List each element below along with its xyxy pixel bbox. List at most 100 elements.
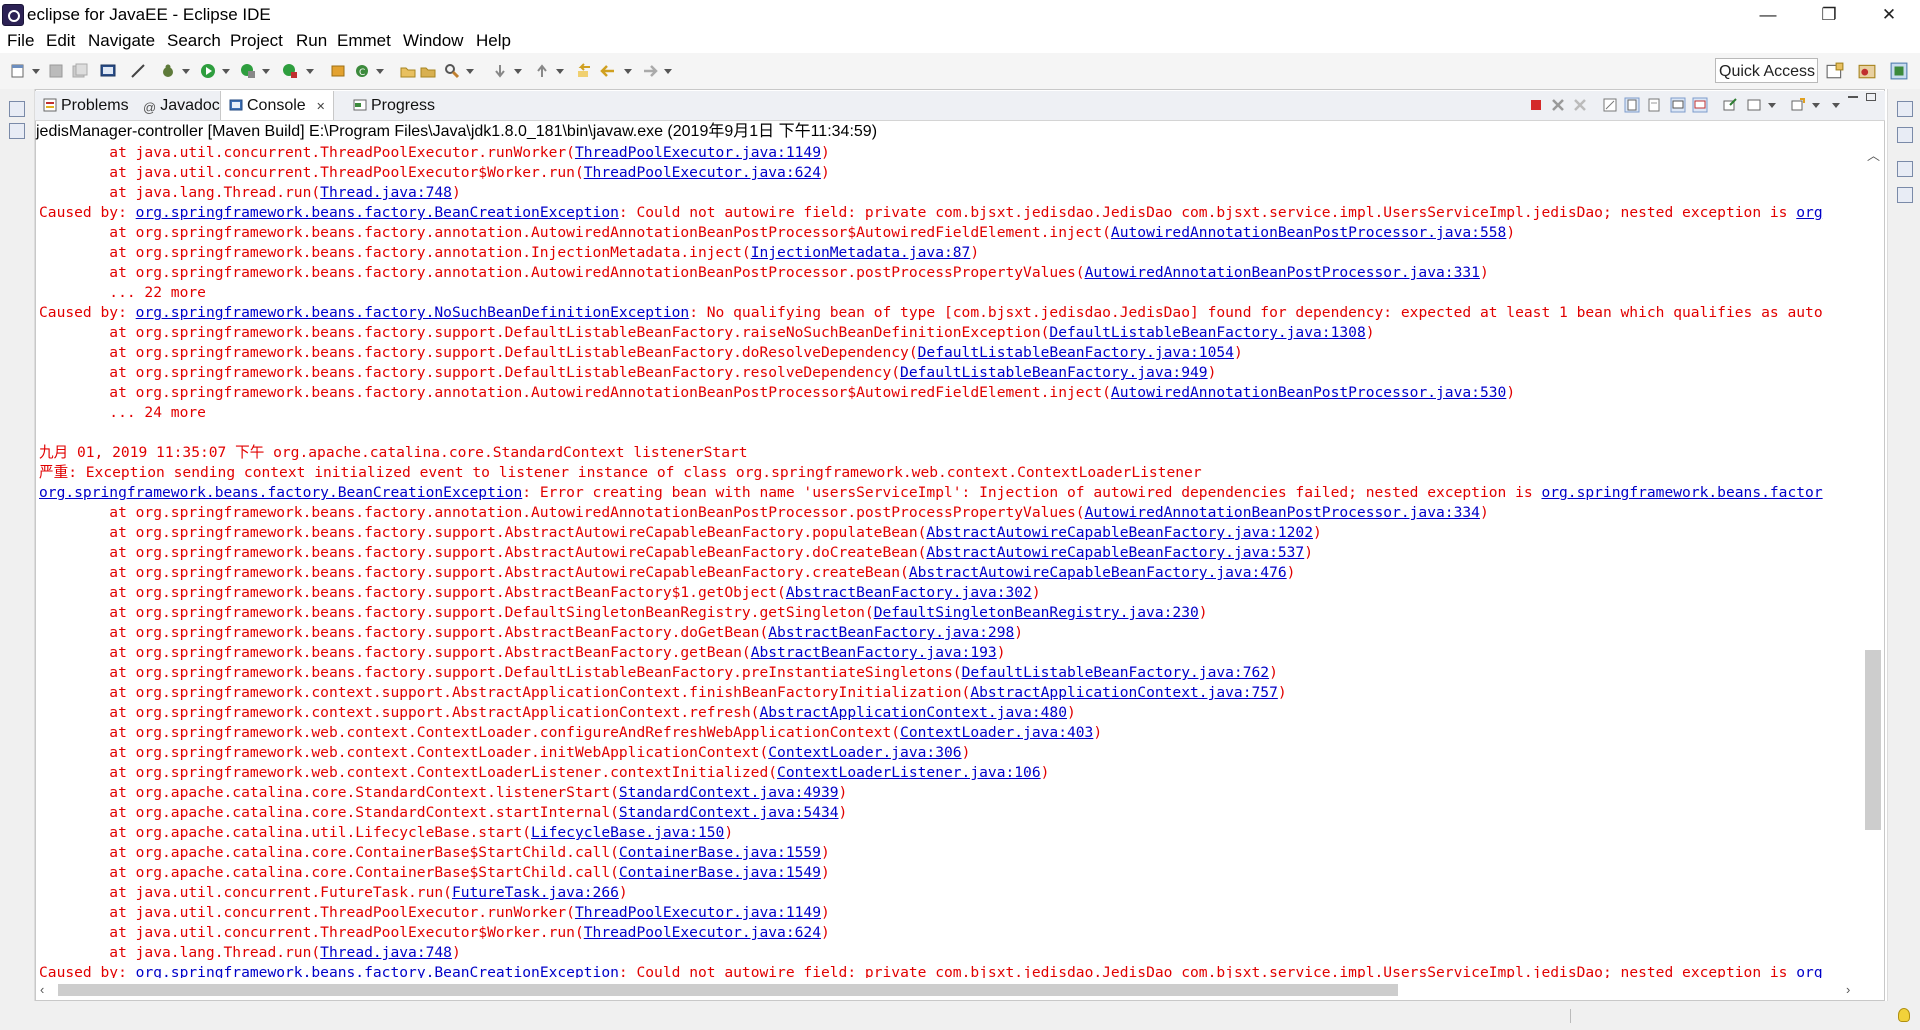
remove-launch-icon[interactable] <box>1550 97 1566 113</box>
vertical-scrollbar[interactable] <box>1862 143 1884 978</box>
new-package-icon[interactable] <box>330 63 346 79</box>
source-link[interactable]: org.springframework.beans.factory.BeanCr… <box>136 204 619 221</box>
package-explorer-icon[interactable] <box>9 123 25 139</box>
debug-dropdown-icon[interactable] <box>182 69 190 74</box>
forward-icon[interactable] <box>642 63 658 79</box>
debug-icon[interactable] <box>160 63 176 79</box>
forward-dropdown-icon[interactable] <box>664 69 672 74</box>
source-link[interactable]: AbstractAutowireCapableBeanFactory.java:… <box>909 564 1287 581</box>
word-wrap-icon[interactable] <box>1646 97 1662 113</box>
source-link[interactable]: LifecycleBase.java:150 <box>531 824 724 841</box>
source-link[interactable]: DefaultListableBeanFactory.java:1308 <box>1049 324 1365 341</box>
source-link[interactable]: ContextLoaderListener.java:106 <box>777 764 1041 781</box>
outline-view-icon[interactable] <box>1897 127 1913 143</box>
source-link[interactable]: AutowiredAnnotationBeanPostProcessor.jav… <box>1111 384 1506 401</box>
skip-breakpoints-icon[interactable] <box>130 63 146 79</box>
source-link[interactable]: org.springframework.beans.factory.BeanCr… <box>136 964 619 978</box>
menu-edit[interactable]: Edit <box>46 31 75 51</box>
open-task-icon[interactable] <box>420 63 436 79</box>
pin-console-icon[interactable] <box>1722 97 1738 113</box>
show-on-stdout-icon[interactable] <box>1670 97 1686 113</box>
source-link[interactable]: ContainerBase.java:1549 <box>619 864 821 881</box>
back-dropdown-icon[interactable] <box>624 69 632 74</box>
java-perspective-icon[interactable] <box>1890 62 1908 80</box>
source-link[interactable]: AutowiredAnnotationBeanPostProcessor.jav… <box>1111 224 1506 241</box>
open-type-icon[interactable] <box>400 63 416 79</box>
source-link[interactable]: AbstractApplicationContext.java:757 <box>970 684 1278 701</box>
minimize-view-icon[interactable] <box>1848 96 1858 98</box>
source-link[interactable]: DefaultListableBeanFactory.java:949 <box>900 364 1208 381</box>
display-console-dropdown-icon[interactable] <box>1768 103 1776 108</box>
source-link[interactable]: AbstractBeanFactory.java:193 <box>751 644 997 661</box>
tab-progress[interactable]: Progress <box>347 91 441 120</box>
display-selected-console-icon[interactable] <box>1746 97 1762 113</box>
source-link[interactable]: AutowiredAnnotationBeanPostProcessor.jav… <box>1085 504 1480 521</box>
source-link[interactable]: org.springframework.beans.factory.BeanCr… <box>39 484 522 501</box>
restore-outline-icon[interactable] <box>1897 101 1913 117</box>
source-link[interactable]: AbstractAutowireCapableBeanFactory.java:… <box>926 524 1313 541</box>
source-link[interactable]: AbstractBeanFactory.java:298 <box>768 624 1014 641</box>
restore-button[interactable]: ❐ <box>1806 0 1852 29</box>
scroll-right-icon[interactable]: › <box>1846 982 1850 997</box>
horizontal-scroll-thumb[interactable] <box>58 984 1398 996</box>
run-dropdown-icon[interactable] <box>222 69 230 74</box>
next-annotation-icon[interactable] <box>492 63 508 79</box>
run-icon[interactable] <box>200 63 216 79</box>
console-output[interactable]: at java.util.concurrent.ThreadPoolExecut… <box>36 143 1862 978</box>
open-perspective-icon[interactable] <box>1826 62 1844 80</box>
restore-view-icon[interactable] <box>9 101 25 117</box>
new-class-dropdown-icon[interactable] <box>376 69 384 74</box>
show-on-stderr-icon[interactable] <box>1692 97 1708 113</box>
source-link[interactable]: org.springframework.beans.factor <box>1541 484 1822 501</box>
save-icon[interactable] <box>48 63 64 79</box>
search-dropdown-icon[interactable] <box>466 69 474 74</box>
menu-emmet[interactable]: Emmet <box>337 31 391 51</box>
next-annotation-dropdown-icon[interactable] <box>514 69 522 74</box>
close-console-tab-icon[interactable]: ✕ <box>316 101 325 113</box>
source-link[interactable]: AbstractAutowireCapableBeanFactory.java:… <box>926 544 1304 561</box>
source-link[interactable]: Thread.java:748 <box>320 944 452 961</box>
source-link[interactable]: DefaultSingletonBeanRegistry.java:230 <box>874 604 1199 621</box>
source-link[interactable]: ThreadPoolExecutor.java:624 <box>584 924 821 941</box>
external-tools-icon[interactable] <box>282 63 298 79</box>
menu-project[interactable]: Project <box>230 31 283 51</box>
source-link[interactable]: Thread.java:748 <box>320 184 452 201</box>
menu-help[interactable]: Help <box>476 31 511 51</box>
source-link[interactable]: ThreadPoolExecutor.java:1149 <box>575 144 821 161</box>
source-link[interactable]: AbstractBeanFactory.java:302 <box>786 584 1032 601</box>
source-link[interactable]: StandardContext.java:5434 <box>619 804 839 821</box>
scroll-left-icon[interactable]: ‹ <box>40 982 44 997</box>
quick-access-field[interactable]: Quick Access <box>1715 58 1818 83</box>
menu-navigate[interactable]: Navigate <box>88 31 155 51</box>
menu-run[interactable]: Run <box>296 31 327 51</box>
scroll-lock-icon[interactable] <box>1624 97 1640 113</box>
search-icon[interactable] <box>444 63 460 79</box>
source-link[interactable]: ContextLoader.java:306 <box>768 744 961 761</box>
source-link[interactable]: org.springframework.beans.factory.NoSuch… <box>136 304 690 321</box>
new-file-icon[interactable] <box>10 63 26 79</box>
back-icon[interactable] <box>600 63 616 79</box>
tab-problems[interactable]: Problems <box>37 91 135 120</box>
source-link[interactable]: ThreadPoolExecutor.java:624 <box>584 164 821 181</box>
remove-all-terminated-icon[interactable] <box>1572 97 1588 113</box>
mylyn-icon[interactable] <box>1897 187 1913 203</box>
source-link[interactable]: AbstractApplicationContext.java:480 <box>759 704 1067 721</box>
open-console-icon[interactable] <box>1790 97 1806 113</box>
tab-console[interactable]: Console ✕ <box>220 91 335 120</box>
open-console-dropdown-icon[interactable] <box>1812 103 1820 108</box>
terminate-icon[interactable] <box>1528 97 1544 113</box>
minimize-button[interactable]: — <box>1745 0 1791 29</box>
save-all-icon[interactable] <box>72 63 88 79</box>
source-link[interactable]: org <box>1796 964 1822 978</box>
javaee-perspective-icon[interactable] <box>1858 62 1876 80</box>
prev-annotation-dropdown-icon[interactable] <box>556 69 564 74</box>
coverage-dropdown-icon[interactable] <box>262 69 270 74</box>
terminal-icon[interactable] <box>100 63 116 79</box>
task-list-icon[interactable] <box>1897 161 1913 177</box>
coverage-icon[interactable] <box>240 63 256 79</box>
maximize-view-icon[interactable] <box>1866 93 1876 101</box>
source-link[interactable]: org <box>1796 204 1822 221</box>
vertical-scroll-thumb[interactable] <box>1865 650 1881 830</box>
source-link[interactable]: DefaultListableBeanFactory.java:1054 <box>918 344 1234 361</box>
external-tools-dropdown-icon[interactable] <box>306 69 314 74</box>
